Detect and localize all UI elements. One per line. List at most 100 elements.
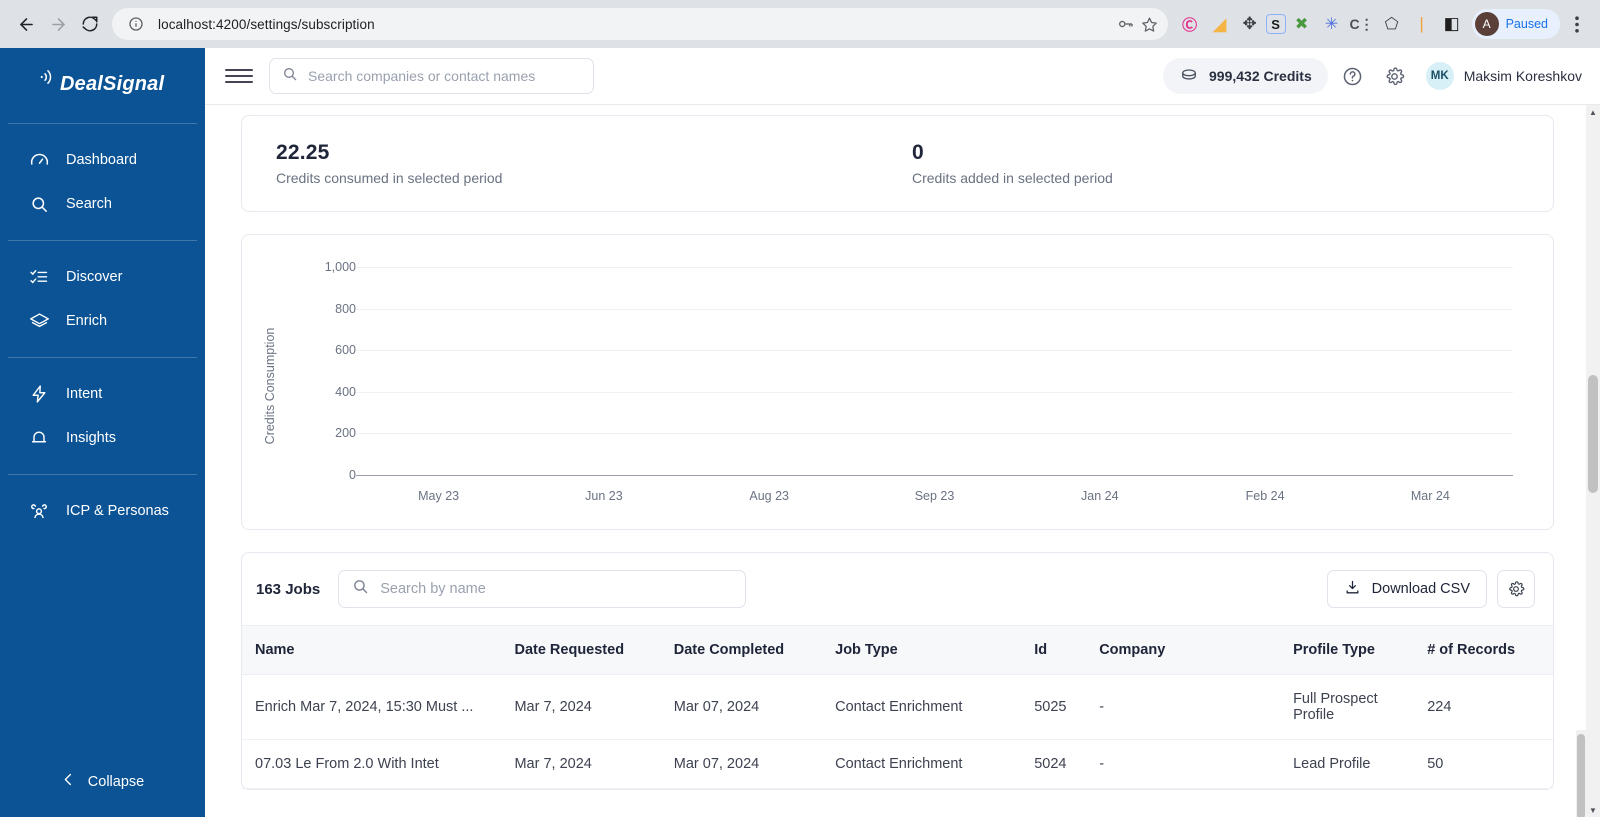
reload-icon[interactable] — [74, 8, 106, 40]
chrome-profile-label: Paused — [1506, 17, 1548, 31]
sidebar-item-enrich[interactable]: Enrich — [0, 299, 205, 343]
column-header-name[interactable]: Name — [242, 626, 514, 675]
hamburger-menu-icon[interactable] — [225, 62, 253, 90]
extensions-puzzle-icon[interactable]: ⬠ — [1378, 10, 1406, 38]
scroll-down-arrow-icon[interactable]: ▼ — [1586, 803, 1600, 817]
chrome-menu-icon[interactable] — [1564, 16, 1590, 33]
jobs-settings-button[interactable] — [1497, 570, 1535, 608]
page-scrollbar-thumb[interactable] — [1588, 375, 1598, 493]
password-key-icon[interactable] — [1114, 12, 1138, 36]
jobs-search-input[interactable] — [380, 581, 732, 597]
move-crosshair-icon[interactable]: ✥ — [1236, 10, 1264, 38]
gear-icon[interactable] — [1378, 59, 1412, 93]
snowflake-blue-icon[interactable]: ✳ — [1318, 10, 1346, 38]
selenium-s-icon[interactable]: S — [1266, 14, 1286, 34]
table-scrollbar[interactable] — [1576, 730, 1586, 817]
credits-label: 999,432 Credits — [1209, 68, 1312, 84]
chrome-profile-chip[interactable]: A Paused — [1472, 9, 1560, 39]
avatar: MK — [1426, 62, 1454, 90]
address-bar[interactable]: localhost:4200/settings/subscription — [112, 8, 1168, 40]
column-header-records[interactable]: # of Records — [1427, 626, 1553, 675]
table-header-row: Name Date Requested Date Completed Job T… — [242, 626, 1553, 675]
column-header-profile-type[interactable]: Profile Type — [1293, 626, 1427, 675]
chart-x-tick-label: Mar 24 — [1411, 489, 1450, 503]
search-icon — [352, 578, 369, 600]
sidebar-item-discover[interactable]: Discover — [0, 255, 205, 299]
brand-logo[interactable]: DealSignal — [0, 48, 205, 123]
chart-gridline — [356, 433, 1513, 434]
star-icon[interactable] — [1138, 12, 1162, 36]
sidebar-item-label: Enrich — [66, 313, 107, 329]
forward-arrow-icon[interactable] — [42, 8, 74, 40]
bell-icon — [28, 427, 50, 449]
cell-id: 5025 — [1034, 675, 1099, 740]
credits-added-label: Credits added in selected period — [912, 170, 1113, 186]
table-row[interactable]: Enrich Mar 7, 2024, 15:30 Must ... Mar 7… — [242, 675, 1553, 740]
lightning-bolt-icon — [28, 383, 50, 405]
credits-added-value: 0 — [912, 141, 1113, 165]
help-circle-icon[interactable] — [1336, 59, 1370, 93]
column-header-company[interactable]: Company — [1099, 626, 1293, 675]
app-topbar: 999,432 Credits MK Maksim Koreshkov — [205, 48, 1600, 105]
chart-baseline — [356, 475, 1513, 476]
jobs-search-box[interactable] — [338, 570, 746, 608]
chart-plot-area: 02004006008001,000May 23Jun 23Aug 23Sep … — [356, 267, 1513, 475]
cell-records: 224 — [1427, 675, 1553, 740]
scroll-up-arrow-icon[interactable]: ▲ — [1586, 105, 1600, 119]
sidebar-collapse-button[interactable]: Collapse — [0, 772, 205, 791]
sidebar-item-label: Intent — [66, 386, 102, 402]
content-scroll-area: 22.25 Credits consumed in selected perio… — [205, 105, 1600, 817]
content: 22.25 Credits consumed in selected perio… — [205, 105, 1586, 817]
chart-x-tick-label: Jun 23 — [585, 489, 623, 503]
sidebar-item-intent[interactable]: Intent — [0, 372, 205, 416]
download-csv-button[interactable]: Download CSV — [1327, 570, 1487, 608]
credits-consumed-label: Credits consumed in selected period — [276, 170, 878, 186]
chart-gridline — [356, 309, 1513, 310]
cell-date-requested: Mar 7, 2024 — [514, 675, 673, 740]
search-input[interactable] — [308, 68, 581, 84]
sidebar-item-dashboard[interactable]: Dashboard — [0, 138, 205, 182]
sidebar-item-search[interactable]: Search — [0, 182, 205, 226]
sidebar-item-label: Dashboard — [66, 152, 137, 168]
chrome-profile-avatar: A — [1475, 12, 1499, 36]
column-header-job-type[interactable]: Job Type — [835, 626, 1034, 675]
user-name: Maksim Koreshkov — [1464, 68, 1582, 84]
sidebar-item-icp-personas[interactable]: ICP & Personas — [0, 489, 205, 533]
chart-x-tick-label: Aug 23 — [749, 489, 789, 503]
chart-y-axis-title: Credits Consumption — [263, 328, 277, 445]
sidebar-item-insights[interactable]: Insights — [0, 416, 205, 460]
table-row[interactable]: 07.03 Le From 2.0 With Intet Mar 7, 2024… — [242, 740, 1553, 789]
table-scrollbar-thumb[interactable] — [1577, 734, 1585, 817]
column-header-date-completed[interactable]: Date Completed — [674, 626, 835, 675]
search-icon — [28, 193, 50, 215]
column-header-id[interactable]: Id — [1034, 626, 1099, 675]
clipboard-c-icon[interactable]: C⋮ — [1348, 10, 1376, 38]
extensions-toolbar: Ⓒ ◢ ✥ S ✖ ✳ C⋮ ⬠ | ◧ — [1176, 10, 1466, 38]
user-chip[interactable]: MK Maksim Koreshkov — [1426, 62, 1582, 90]
column-header-date-requested[interactable]: Date Requested — [514, 626, 673, 675]
cell-profile-type: Full Prospect Profile — [1293, 675, 1427, 740]
chart-y-tick-label: 200 — [296, 426, 356, 440]
back-arrow-icon[interactable] — [10, 8, 42, 40]
download-icon — [1344, 579, 1361, 600]
chart-y-tick-label: 600 — [296, 343, 356, 357]
credits-chip[interactable]: 999,432 Credits — [1163, 58, 1328, 94]
chart-y-tick-label: 0 — [296, 468, 356, 482]
angular-devtools-icon[interactable]: Ⓒ — [1176, 10, 1204, 38]
page-scrollbar[interactable]: ▲ ▼ — [1586, 105, 1600, 817]
layers-icon — [28, 310, 50, 332]
side-panel-icon[interactable]: ◧ — [1438, 10, 1466, 38]
chart-x-tick-label: Jan 24 — [1081, 489, 1119, 503]
toolbar-divider: | — [1408, 10, 1436, 38]
sidebar-group-4: ICP & Personas — [0, 475, 205, 547]
sidebar: DealSignal Dashboard Search — [0, 48, 205, 817]
search-icon — [282, 66, 298, 87]
credits-added-stat: 0 Credits added in selected period — [878, 141, 1113, 186]
cell-name: Enrich Mar 7, 2024, 15:30 Must ... — [242, 675, 514, 740]
site-info-icon[interactable] — [124, 12, 148, 36]
marker-highlight-icon[interactable]: ◢ — [1206, 10, 1234, 38]
chart-x-tick-label: May 23 — [418, 489, 459, 503]
global-search-box[interactable] — [269, 58, 594, 94]
chart-x-tick-label: Sep 23 — [915, 489, 955, 503]
xmark-green-icon[interactable]: ✖ — [1288, 10, 1316, 38]
